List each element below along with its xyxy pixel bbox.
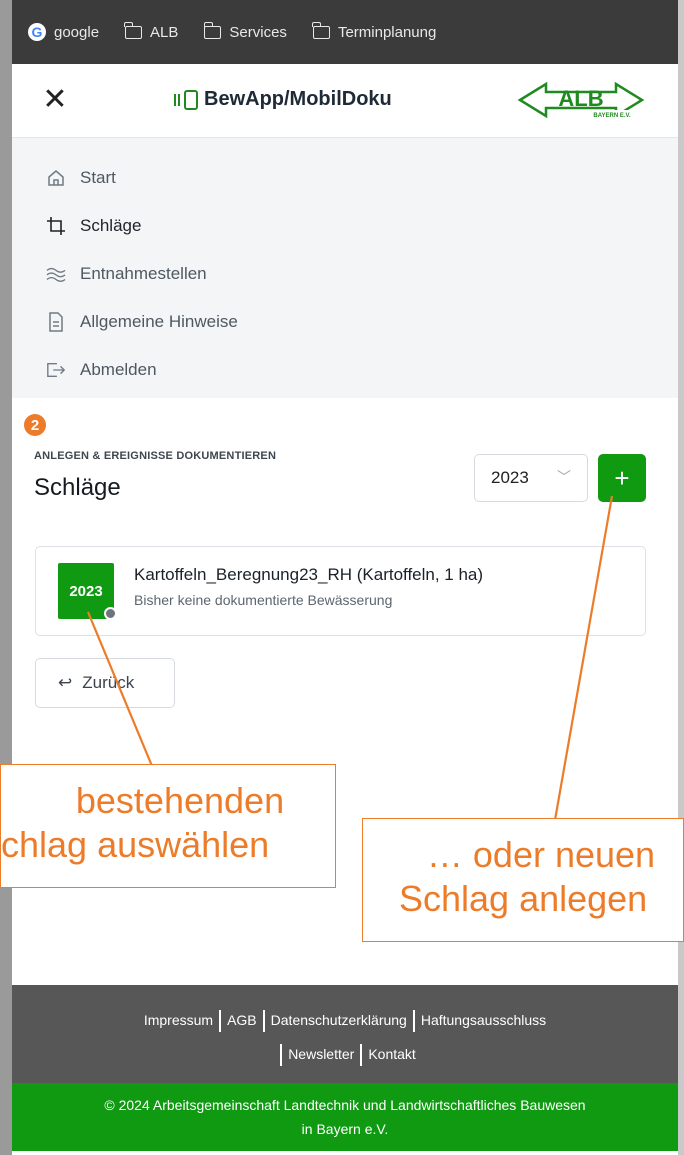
footer-link-agb[interactable]: AGB xyxy=(227,1012,257,1028)
folder-icon xyxy=(203,21,222,39)
footer-link-kontakt[interactable]: Kontakt xyxy=(368,1046,415,1062)
footer-link-newsletter[interactable]: Newsletter xyxy=(288,1046,354,1062)
close-icon[interactable]: ✕ xyxy=(40,85,70,116)
footer-separator xyxy=(280,1044,283,1067)
app-header: ✕ BewApp/MobilDoku ALB BAYERN E.V. xyxy=(12,64,678,138)
folder-icon xyxy=(312,21,330,39)
callout-select-existing: bestehenden chlag auswählen xyxy=(0,764,336,888)
nav-label: Allgemeine Hinweise xyxy=(80,312,238,331)
logo-text: ALB xyxy=(558,86,603,111)
callout-line: bestehenden xyxy=(75,780,285,821)
nav-label: Schläge xyxy=(80,216,142,235)
back-arrow-icon: ↩ xyxy=(58,673,73,692)
brand-title[interactable]: BewApp/MobilDoku xyxy=(174,88,392,111)
bookmarks-bar: G google ALB Services Terminplanung xyxy=(12,0,678,64)
nav-item-allgemeine-hinweise[interactable]: Allgemeine Hinweise xyxy=(12,298,678,346)
bookmark-services[interactable]: Services xyxy=(203,21,287,41)
crop-icon xyxy=(46,216,66,236)
window-edge-right xyxy=(678,0,684,1155)
bookmark-label: ALB xyxy=(150,23,179,41)
logout-icon xyxy=(46,360,66,380)
nav-item-entnahmestellen[interactable]: Entnahmestellen xyxy=(12,250,678,298)
copyright-line: © 2024 Arbeitsgemeinschaft Landtechnik u… xyxy=(104,1097,586,1113)
window-edge-left xyxy=(0,0,12,1155)
bookmark-alb[interactable]: ALB xyxy=(124,21,179,41)
page-title: Schläge xyxy=(34,474,121,501)
footer-link-impressum[interactable]: Impressum xyxy=(144,1012,213,1028)
alb-logo: ALB BAYERN E.V. xyxy=(517,81,645,119)
brand-label: BewApp/MobilDoku xyxy=(204,88,392,110)
schlag-title: Kartoffeln_Beregnung23_RH (Kartoffeln, 1… xyxy=(134,565,484,584)
footer-separator xyxy=(262,1010,265,1033)
waves-icon xyxy=(46,264,66,284)
footer-separator xyxy=(360,1044,363,1067)
nav-label: Start xyxy=(80,168,116,187)
folder-icon xyxy=(124,21,143,39)
bookmark-terminplanung[interactable]: Terminplanung xyxy=(312,21,437,41)
section-eyebrow: ANLEGEN & EREIGNISSE DOKUMENTIEREN xyxy=(34,450,277,462)
callout-line: … oder neuen xyxy=(426,834,656,875)
back-button[interactable]: ↩ Zurück xyxy=(35,658,175,708)
callout-create-new: … oder neuen Schlag anlegen xyxy=(362,818,684,942)
year-select-value: 2023 xyxy=(491,468,529,487)
bookmark-label: google xyxy=(54,23,100,41)
bookmark-google[interactable]: G google xyxy=(28,23,99,41)
google-icon: G xyxy=(28,23,46,41)
status-dot xyxy=(104,607,117,620)
footer-separator xyxy=(412,1010,415,1033)
bookmark-label: Services xyxy=(229,23,287,41)
mobile-app-icon xyxy=(174,89,198,110)
schlag-list-item[interactable]: 2023 Kartoffeln_Beregnung23_RH (Kartoffe… xyxy=(35,546,646,636)
back-label: Zurück xyxy=(82,673,135,692)
copyright-line: in Bayern e.V. xyxy=(301,1121,389,1137)
nav-label: Abmelden xyxy=(80,360,157,379)
logo-subtext: BAYERN E.V. xyxy=(593,113,631,119)
main-nav: Start Schläge Entnahmestellen Allgemeine… xyxy=(12,138,678,398)
footer-copyright: © 2024 Arbeitsgemeinschaft Landtechnik u… xyxy=(12,1083,678,1151)
step-badge: 2 xyxy=(24,414,46,436)
add-schlag-button[interactable]: + xyxy=(598,454,646,502)
callout-line: Schlag anlegen xyxy=(399,878,648,919)
bookmark-label: Terminplanung xyxy=(337,23,437,41)
nav-item-schlaege[interactable]: Schläge xyxy=(12,202,678,250)
footer-separator xyxy=(219,1010,222,1033)
footer-link-datenschutz[interactable]: Datenschutzerklärung xyxy=(271,1012,407,1028)
document-icon xyxy=(46,312,66,332)
footer-links: Impressum AGB Datenschutzerklärung Haftungs… xyxy=(12,985,678,1083)
callout-line: chlag auswählen xyxy=(1,824,270,865)
nav-item-start[interactable]: Start xyxy=(12,154,678,202)
nav-item-abmelden[interactable]: Abmelden xyxy=(12,346,678,394)
year-select[interactable]: 2023 ﹀ xyxy=(474,454,588,502)
schlag-subtitle: Bisher keine dokumentierte Bewässerung xyxy=(134,592,393,608)
footer-link-haftungsausschluss[interactable]: Haftungsausschluss xyxy=(421,1012,546,1028)
nav-label: Entnahmestellen xyxy=(80,264,207,283)
arrow-right xyxy=(553,495,614,821)
chevron-down-icon: ﹀ xyxy=(557,469,571,485)
home-icon xyxy=(46,168,66,188)
